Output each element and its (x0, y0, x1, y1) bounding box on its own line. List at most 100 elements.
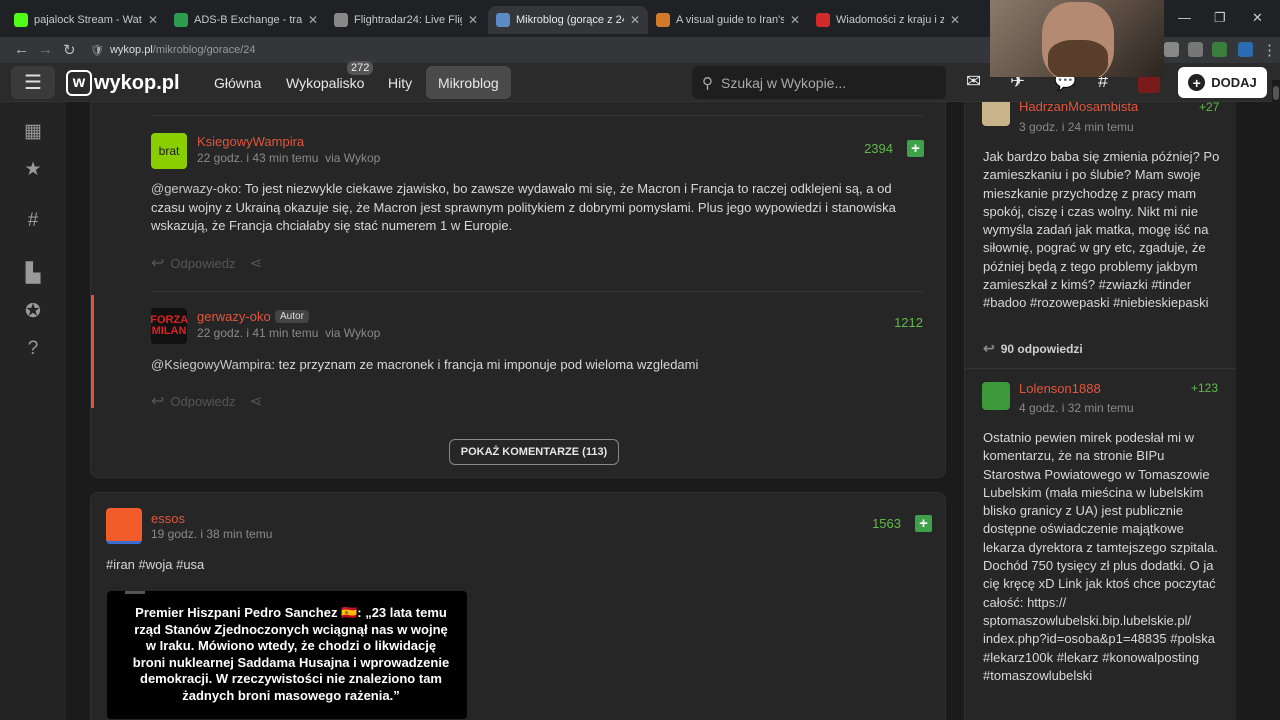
comment-username[interactable]: gerwazy-oko (197, 309, 271, 324)
ranking-icon[interactable]: ▙ (22, 262, 44, 285)
post-embed-image[interactable]: Premier Hiszpani Pedro Sanchez 🇪🇸: „23 l… (107, 591, 467, 719)
browser-tab[interactable]: pajalock Stream - Watch Live ✕ (6, 6, 166, 34)
reload-icon[interactable]: ↻ (63, 41, 76, 59)
site-logo[interactable]: w wykop.pl (66, 70, 180, 96)
help-icon[interactable]: ? (22, 338, 44, 360)
embed-text: Premier Hiszpani Pedro Sanchez 🇪🇸: „23 l… (132, 605, 450, 703)
entry-username[interactable]: Lolenson1888 (1019, 381, 1101, 396)
comment-meta: 22 godz. i 43 min temu via Wykop (197, 151, 380, 165)
close-tab-icon[interactable]: ✕ (790, 13, 800, 27)
search-input[interactable]: ⚲ Szukaj w Wykopie... (692, 66, 946, 99)
comment-via: via Wykop (325, 326, 381, 340)
scrollbar-thumb[interactable] (1273, 86, 1279, 100)
entry-username[interactable]: HadrzanMosambista (1019, 102, 1138, 114)
nav-hity[interactable]: Hity (376, 66, 424, 99)
share-icon[interactable]: ⋖ (249, 392, 262, 410)
tags-hash-icon[interactable]: # (22, 210, 44, 232)
add-button-label: DODAJ (1211, 75, 1257, 90)
hamburger-menu-icon[interactable]: ☰ (11, 66, 55, 99)
wykopalisko-count-badge: 272 (347, 61, 374, 75)
logo-text: wykop.pl (94, 71, 180, 94)
search-icon: ⚲ (702, 74, 713, 92)
close-window-icon[interactable]: ✕ (1252, 10, 1263, 26)
vote-plus-button[interactable]: + (907, 140, 924, 157)
comment-body: @gerwazy-oko: To jest niezwykle ciekawe … (151, 180, 921, 236)
logo-w-icon: w (66, 70, 92, 96)
share-icon[interactable]: ⋖ (249, 254, 262, 272)
home-icon[interactable]: ▦ (22, 120, 44, 143)
reply-icon[interactable]: ↩ (151, 253, 164, 273)
extension-icon[interactable] (1238, 42, 1253, 57)
comment-text: : tez przyznam ze macronek i francja mi … (271, 357, 699, 372)
avatar[interactable] (982, 382, 1010, 410)
extension-icon[interactable] (1164, 42, 1179, 57)
divider (965, 368, 1236, 369)
comment-username[interactable]: KsiegowyWampira (197, 134, 304, 149)
tab-favicon-icon (496, 13, 510, 27)
post-tags[interactable]: #iran #woja #usa (106, 557, 204, 572)
favorites-star-icon[interactable]: ★ (22, 158, 44, 181)
add-button[interactable]: + DODAJ (1178, 67, 1267, 98)
forward-icon[interactable]: → (38, 41, 53, 58)
browser-tab-active[interactable]: Mikroblog (gorące z 24h) :: W ✕ (488, 6, 648, 34)
reply-icon[interactable]: ↩ (151, 391, 164, 411)
entry-replies[interactable]: ↩ 90 odpowiedzi (983, 340, 1083, 357)
close-tab-icon[interactable]: ✕ (950, 13, 960, 27)
maximize-icon[interactable]: ❐ (1214, 10, 1226, 26)
tab-title: Flightradar24: Live Flight Trac (354, 14, 462, 26)
nav-mikroblog[interactable]: Mikroblog (426, 66, 511, 99)
close-tab-icon[interactable]: ✕ (308, 13, 318, 27)
browser-tab[interactable]: ADS-B Exchange - track aircra ✕ (166, 6, 326, 34)
left-sidebar: ▦ ★ # ▙ ✪ ? (0, 102, 66, 720)
badge-icon[interactable]: ✪ (22, 300, 44, 323)
entry-score: +123 (1191, 381, 1219, 395)
vote-plus-button[interactable]: + (915, 515, 932, 532)
comment-mention[interactable]: @gerwazy-oko (151, 181, 238, 196)
tab-favicon-icon (816, 13, 830, 27)
tab-title: ADS-B Exchange - track aircra (194, 14, 302, 26)
reply-button[interactable]: Odpowiedz (170, 394, 235, 409)
author-highlight-bar (91, 295, 94, 408)
messages-icon[interactable]: ✉ (966, 71, 981, 92)
minimize-icon[interactable]: — (1178, 10, 1191, 25)
author-badge: Autor (275, 310, 309, 323)
divider (151, 291, 923, 292)
comment-actions: ↩ Odpowiedz ⋖ (151, 253, 262, 273)
back-icon[interactable]: ← (14, 41, 29, 58)
browser-tab[interactable]: A visual guide to Iran's coastli ✕ (648, 6, 808, 34)
avatar[interactable]: FORZA MILAN (150, 308, 188, 344)
comment-mention[interactable]: @KsiegowyWampira (151, 357, 271, 372)
entry-text: Jak bardzo baba się zmienia później? Po … (983, 149, 1220, 311)
tab-favicon-icon (656, 13, 670, 27)
webcam-overlay (990, 0, 1164, 77)
url-host: wykop.pl (109, 44, 153, 56)
extension-icon[interactable] (1212, 42, 1227, 57)
comment-actions: ↩ Odpowiedz ⋖ (151, 391, 262, 411)
extension-icon[interactable] (1188, 42, 1203, 57)
close-tab-icon[interactable]: ✕ (148, 13, 158, 27)
avatar[interactable] (106, 508, 142, 544)
plus-icon: + (1188, 74, 1206, 91)
menu-dots-icon[interactable]: ⋮ (1262, 41, 1277, 59)
url-field[interactable]: 🛡 wykop.pl/mikroblog/gorace/24 (90, 39, 960, 61)
close-tab-icon[interactable]: ✕ (630, 13, 640, 27)
comment-meta: 22 godz. i 41 min temu via Wykop (197, 326, 380, 340)
lock-icon: 🛡 (90, 44, 104, 57)
page-scrollbar[interactable] (1272, 80, 1280, 720)
tab-favicon-icon (334, 13, 348, 27)
entry-score: +27 (1199, 102, 1220, 114)
avatar[interactable] (982, 102, 1010, 126)
browser-tab[interactable]: Wiadomości z kraju i ze świat ✕ (808, 6, 968, 34)
post-username[interactable]: essos (151, 511, 185, 526)
tab-favicon-icon (14, 13, 28, 27)
close-tab-icon[interactable]: ✕ (468, 13, 478, 27)
tab-title: A visual guide to Iran's coastli (676, 14, 784, 26)
nav-glowna[interactable]: Główna (202, 66, 273, 99)
reply-button[interactable]: Odpowiedz (170, 256, 235, 271)
entry-text: Ostatnio pewien mirek podesłał mi w kome… (983, 430, 1218, 683)
show-comments-button[interactable]: POKAŻ KOMENTARZE (113) (449, 439, 619, 465)
comment-score: 1212 (894, 315, 923, 330)
browser-tab[interactable]: Flightradar24: Live Flight Trac ✕ (326, 6, 486, 34)
entry-card: essos 19 godz. i 38 min temu 1563 + #ira… (90, 492, 946, 720)
avatar[interactable]: brat (151, 133, 187, 169)
